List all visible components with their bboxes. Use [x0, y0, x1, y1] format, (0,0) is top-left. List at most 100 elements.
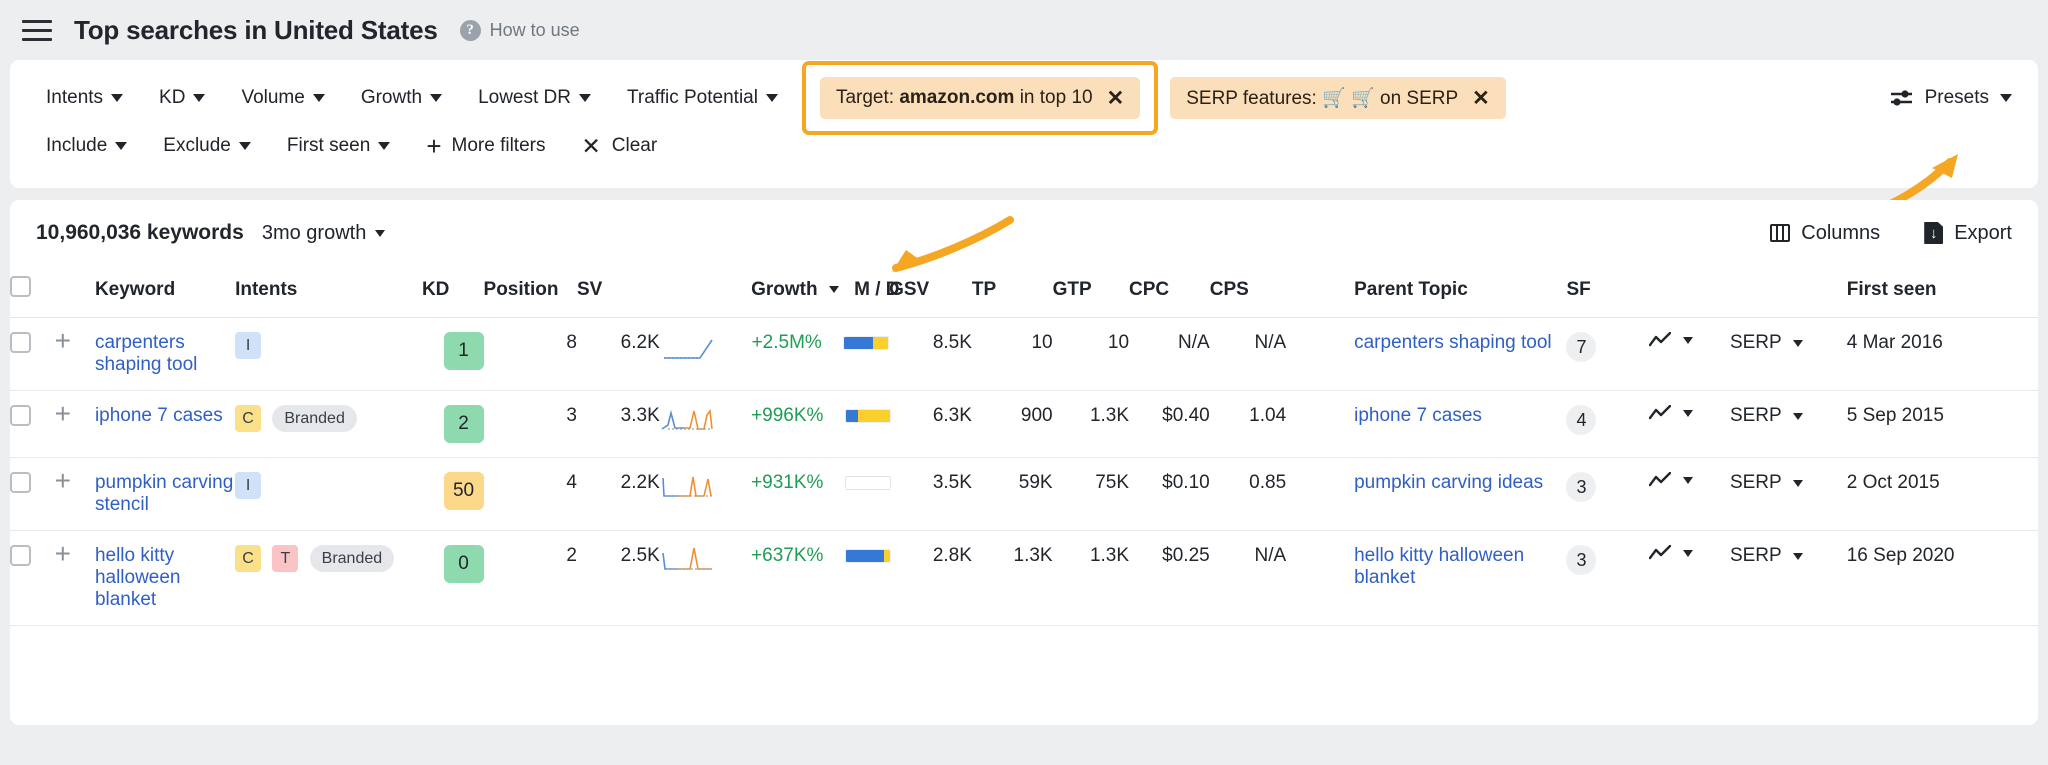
- filter-growth[interactable]: Growth: [343, 78, 460, 118]
- chip-serp-features[interactable]: SERP features: 🛒 🛒 on SERP ✕: [1170, 77, 1506, 119]
- header-tp[interactable]: TP: [972, 266, 1053, 318]
- header-position[interactable]: Position: [484, 266, 577, 318]
- chevron-down-icon[interactable]: [1793, 340, 1803, 347]
- header-gtp[interactable]: GTP: [1053, 266, 1129, 318]
- growth-period-selector[interactable]: 3mo growth: [262, 222, 386, 245]
- filter-first-seen[interactable]: First seen: [269, 126, 408, 166]
- sf-badge: 3: [1566, 545, 1596, 575]
- select-all-checkbox[interactable]: [10, 276, 31, 297]
- table-body: + carpenters shaping tool I 1 8 6.2K: [10, 318, 2038, 626]
- intent-badge-branded: Branded: [310, 545, 395, 572]
- cell-parent-topic: pumpkin carving ideas: [1354, 458, 1566, 531]
- presets-button[interactable]: Presets: [1890, 87, 2020, 109]
- keyword-count: 10,960,036 keywords: [36, 221, 244, 245]
- trend-chart-icon[interactable]: [1649, 472, 1671, 488]
- expand-row-icon[interactable]: +: [55, 325, 71, 356]
- sliders-icon: [1890, 88, 1914, 108]
- keyword-link[interactable]: hello kitty halloween blanket: [95, 545, 181, 610]
- how-to-use-link[interactable]: ? How to use: [460, 20, 580, 41]
- md-bar-desktop: [858, 410, 890, 422]
- expand-row-icon[interactable]: +: [55, 398, 71, 429]
- filter-exclude[interactable]: Exclude: [145, 126, 269, 166]
- cell-keyword: iphone 7 cases: [95, 391, 235, 458]
- header-kd[interactable]: KD: [422, 266, 484, 318]
- header-first-seen[interactable]: First seen: [1847, 266, 2038, 318]
- export-button[interactable]: Export: [1924, 222, 2012, 245]
- cell-serp: SERP: [1730, 458, 1847, 531]
- md-bar: [845, 409, 891, 423]
- header-cpc[interactable]: CPC: [1129, 266, 1210, 318]
- filter-lowest-dr[interactable]: Lowest DR: [460, 78, 609, 118]
- filter-include[interactable]: Include: [28, 126, 145, 166]
- cell-tp: 1.3K: [972, 531, 1053, 626]
- close-icon[interactable]: ✕: [1472, 86, 1490, 111]
- cell-parent-topic: hello kitty halloween blanket: [1354, 531, 1566, 626]
- chevron-down-icon[interactable]: [1683, 337, 1693, 344]
- columns-button[interactable]: Columns: [1770, 222, 1880, 245]
- cell-sf: 3: [1566, 531, 1649, 626]
- parent-topic-link[interactable]: pumpkin carving ideas: [1354, 472, 1543, 493]
- serp-label[interactable]: SERP: [1730, 545, 1782, 567]
- row-checkbox[interactable]: [10, 545, 31, 566]
- row-checkbox[interactable]: [10, 472, 31, 493]
- chevron-down-icon[interactable]: [1683, 477, 1693, 484]
- serp-label[interactable]: SERP: [1730, 405, 1782, 427]
- keyword-link[interactable]: pumpkin carving stencil: [95, 472, 233, 515]
- header-intents[interactable]: Intents: [235, 266, 422, 318]
- download-icon: [1924, 222, 1943, 244]
- kd-badge: 2: [444, 405, 484, 443]
- chevron-down-icon[interactable]: [1793, 480, 1803, 487]
- chip-target-filter[interactable]: Target: amazon.com in top 10 ✕: [820, 77, 1140, 119]
- filter-traffic-potential[interactable]: Traffic Potential: [609, 78, 796, 118]
- parent-topic-link[interactable]: iphone 7 cases: [1354, 405, 1482, 426]
- close-icon[interactable]: ✕: [1107, 86, 1125, 111]
- chevron-down-icon[interactable]: [1683, 550, 1693, 557]
- header-parent-topic[interactable]: Parent Topic: [1354, 266, 1566, 318]
- keyword-link[interactable]: carpenters shaping tool: [95, 332, 197, 375]
- trend-chart-icon[interactable]: [1649, 545, 1671, 561]
- kd-badge: 50: [444, 472, 484, 510]
- parent-topic-link[interactable]: carpenters shaping tool: [1354, 332, 1552, 353]
- header-sv[interactable]: SV: [577, 266, 660, 318]
- parent-topic-link[interactable]: hello kitty halloween blanket: [1354, 545, 1524, 588]
- cell-position: 8: [484, 318, 577, 391]
- cell-position: 2: [484, 531, 577, 626]
- filter-volume-label: Volume: [241, 87, 304, 109]
- header-gsv[interactable]: GSV: [889, 266, 972, 318]
- cell-gtp: 1.3K: [1053, 391, 1129, 458]
- chevron-down-icon[interactable]: [1683, 410, 1693, 417]
- cell-position: 3: [484, 391, 577, 458]
- header-sf[interactable]: SF: [1566, 266, 1649, 318]
- growth-period-label: 3mo growth: [262, 222, 367, 245]
- hamburger-icon[interactable]: [22, 15, 52, 45]
- expand-row-icon[interactable]: +: [55, 538, 71, 569]
- header-growth[interactable]: Growth M / D: [751, 266, 889, 318]
- cell-spacer: [1286, 531, 1354, 626]
- trend-chart-icon[interactable]: [1649, 405, 1671, 421]
- filter-volume[interactable]: Volume: [223, 78, 342, 118]
- filter-intents[interactable]: Intents: [28, 78, 141, 118]
- trend-chart-icon[interactable]: [1649, 332, 1671, 348]
- row-checkbox[interactable]: [10, 332, 31, 353]
- md-bar: [845, 476, 891, 490]
- md-bar-mobile: [844, 337, 873, 349]
- serp-label[interactable]: SERP: [1730, 472, 1782, 494]
- more-filters-button[interactable]: + More filters: [408, 126, 563, 166]
- chevron-down-icon: [193, 94, 205, 102]
- chevron-down-icon: [430, 94, 442, 102]
- cell-tp: 59K: [972, 458, 1053, 531]
- clear-filters-button[interactable]: ✕ Clear: [563, 126, 675, 166]
- serp-label[interactable]: SERP: [1730, 332, 1782, 354]
- filter-kd[interactable]: KD: [141, 78, 223, 118]
- header-keyword[interactable]: Keyword: [95, 266, 235, 318]
- chevron-down-icon[interactable]: [1793, 553, 1803, 560]
- chevron-down-icon[interactable]: [1793, 413, 1803, 420]
- cell-keyword: carpenters shaping tool: [95, 318, 235, 391]
- filter-include-label: Include: [46, 135, 107, 157]
- keyword-link[interactable]: iphone 7 cases: [95, 405, 223, 426]
- filter-growth-label: Growth: [361, 87, 422, 109]
- row-checkbox[interactable]: [10, 405, 31, 426]
- results-header: 10,960,036 keywords 3mo growth Columns E…: [10, 200, 2038, 266]
- expand-row-icon[interactable]: +: [55, 465, 71, 496]
- header-cps[interactable]: CPS: [1210, 266, 1286, 318]
